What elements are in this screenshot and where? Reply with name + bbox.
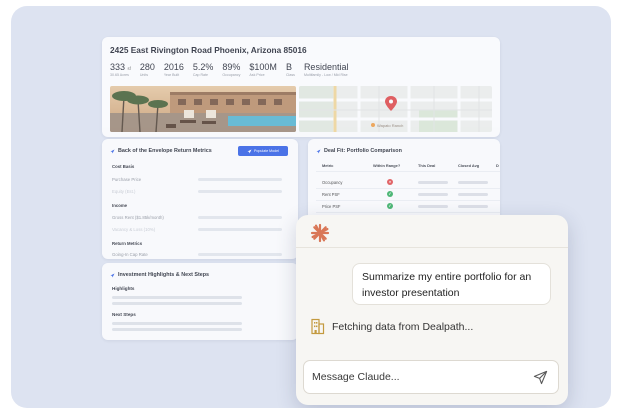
pin-icon (316, 149, 321, 153)
status-text: Fetching data from Dealpath... (332, 320, 474, 333)
next-step-line (112, 328, 242, 331)
value-bar (418, 180, 448, 184)
table-row-metric: Rent PSF (322, 191, 340, 197)
stat-label: Year Built (163, 73, 180, 77)
stat-label: Cap Rate (192, 73, 209, 77)
metrics-section-label: Income (112, 203, 128, 208)
highlight-line (112, 302, 242, 305)
row-divider (316, 212, 500, 213)
metrics-row-label: Going-In Cap Rate (112, 252, 148, 257)
column-header: Within Range? (373, 163, 401, 168)
stat-value: 2016 (163, 62, 184, 72)
table-row-metric: Occupancy (322, 179, 343, 185)
stat-class: B Class (286, 62, 295, 77)
pin-icon (110, 273, 115, 277)
building-icon (311, 318, 325, 335)
stat-label: 30.65 Acres (110, 73, 129, 77)
metrics-value-bar (198, 190, 282, 193)
user-message-bubble: Summarize my entire portfolio for an inv… (352, 263, 551, 305)
stat-value: 89% (222, 62, 241, 72)
stat-value: 280 (139, 62, 155, 72)
metrics-row-label: Purchase Price (112, 177, 142, 182)
tool-status: Fetching data from Dealpath... (310, 318, 473, 335)
metrics-value-bar (198, 178, 282, 181)
highlights-title: Investment Highlights & Next Steps (110, 272, 209, 278)
property-address: 2425 East Rivington Road Phoenix, Arizon… (110, 45, 307, 55)
metrics-value-bar (198, 228, 282, 231)
stat-occupancy: 89% Occupancy (222, 62, 240, 77)
highlight-line (112, 296, 242, 299)
metrics-title-text: Back of the Envelope Return Metrics (118, 148, 212, 154)
map-label: Wapato Ranch (377, 123, 403, 128)
out-of-range-icon: × (387, 179, 393, 185)
stat-label: Ask Price (249, 73, 265, 77)
value-bar (418, 204, 448, 208)
metrics-section-label: Cost Basis (112, 164, 135, 169)
metrics-row-label: Vacancy & Loss (10%) (112, 227, 156, 232)
stat-value: $100M (249, 62, 277, 72)
property-card: 2425 East Rivington Road Phoenix, Arizon… (102, 37, 500, 137)
value-bar (458, 192, 488, 196)
stat-value: Residential (303, 62, 349, 72)
metrics-title: Back of the Envelope Return Metrics (110, 148, 212, 154)
stat-label: Units (139, 73, 149, 77)
row-divider (316, 188, 500, 189)
column-header: D (496, 163, 499, 168)
metrics-row-label: Gross Rent ($1.85k/month) (112, 215, 164, 220)
message-input[interactable] (305, 362, 520, 392)
property-photo (110, 86, 296, 132)
table-row-metric: Price PSF (322, 203, 341, 209)
populate-model-button[interactable]: Populate Model (238, 146, 288, 156)
column-header: Closed Avg (458, 163, 480, 168)
stat-type: Residential Multifamily - Low / Mid Rise (304, 62, 349, 77)
send-icon[interactable] (533, 370, 548, 385)
claude-chat-panel: Summarize my entire portfolio for an inv… (296, 215, 568, 405)
stat-year-built: 2016 Year Built (164, 62, 184, 77)
stat-value: 5.2% (192, 62, 214, 72)
next-step-line (112, 322, 242, 325)
stat-label: Multifamily - Low / Mid Rise (303, 73, 348, 77)
stat-label: Occupancy (222, 73, 241, 77)
in-range-icon: ✓ (387, 203, 393, 209)
stat-value: B (285, 62, 292, 72)
highlights-title-text: Investment Highlights & Next Steps (118, 272, 210, 278)
divider (316, 171, 500, 172)
column-header: This Deal (418, 163, 436, 168)
property-stats: 333 sf 30.65 Acres 280 Units 2016 Year B… (110, 62, 357, 77)
highlights-label: Highlights (112, 286, 135, 291)
header-divider (296, 247, 568, 248)
highlights-card: Investment Highlights & Next Steps Highl… (102, 263, 298, 340)
value-bar (458, 180, 488, 184)
populate-model-label: Populate Model (254, 149, 279, 153)
dealfit-title-text: Deal Fit: Portfolio Comparison (324, 148, 402, 154)
property-map[interactable]: Wapato Ranch (299, 86, 492, 132)
metrics-value-bar (198, 253, 282, 256)
return-metrics-card: Back of the Envelope Return Metrics Popu… (102, 139, 298, 259)
dealfit-title: Deal Fit: Portfolio Comparison (316, 148, 402, 154)
claude-star-icon (310, 223, 330, 243)
column-header: Metric (322, 163, 334, 168)
stat-cap-rate: 5.2% Cap Rate (193, 62, 214, 77)
row-divider (316, 200, 500, 201)
metrics-row-label: Equity (Est.) (112, 189, 136, 194)
value-bar (418, 192, 448, 196)
metrics-value-bar (198, 216, 282, 219)
next-steps-label: Next Steps (112, 312, 136, 317)
in-range-icon: ✓ (387, 191, 393, 197)
metrics-section-label: Return Metrics (112, 241, 143, 246)
pin-icon (247, 149, 252, 153)
pin-icon (110, 149, 115, 153)
stat-label: Class (285, 73, 295, 77)
stat-ask-price: $100M Ask Price (249, 62, 277, 77)
stat-units: 280 Units (140, 62, 155, 77)
stat-acres: 333 sf 30.65 Acres (110, 62, 131, 77)
deal-fit-card: Deal Fit: Portfolio Comparison Metric Wi… (308, 139, 500, 225)
stat-value: 333 (110, 62, 126, 72)
message-input-container[interactable] (303, 360, 559, 394)
value-bar (458, 204, 488, 208)
stat-unit: sf (127, 66, 131, 71)
background-panel: 2425 East Rivington Road Phoenix, Arizon… (11, 6, 611, 408)
